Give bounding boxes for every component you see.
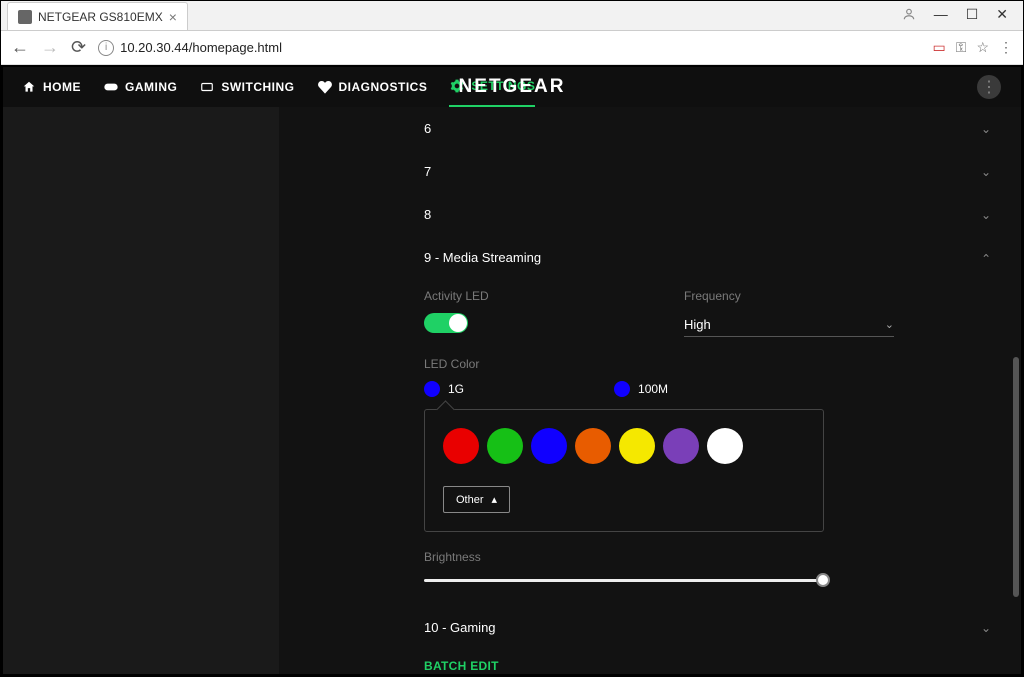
chevron-down-icon: ⌄ xyxy=(981,208,991,222)
color-swatch-purple[interactable] xyxy=(663,428,699,464)
gamepad-icon xyxy=(103,79,119,95)
extension-icon[interactable]: ▭ xyxy=(933,39,946,56)
back-button[interactable]: ← xyxy=(11,37,29,58)
minimize-button[interactable]: — xyxy=(934,6,948,22)
led-color-label: LED Color xyxy=(424,357,991,371)
main-panel: 6 ⌄ 7 ⌄ 8 ⌄ 9 - Media Streaming ⌄ xyxy=(279,107,1021,674)
port-row-8[interactable]: 8 ⌄ xyxy=(424,193,861,236)
key-icon[interactable]: ⚿ xyxy=(956,39,967,56)
nav-home[interactable]: HOME xyxy=(21,67,81,107)
color-dot-100m xyxy=(614,381,630,397)
port-row-9[interactable]: 9 - Media Streaming ⌄ xyxy=(424,236,861,279)
port-label: 8 xyxy=(424,207,431,222)
nav-switching[interactable]: SWITCHING xyxy=(199,67,294,107)
site-info-icon[interactable]: i xyxy=(98,40,114,56)
tab-title: NETGEAR GS810EMX xyxy=(38,10,163,24)
port-label: 7 xyxy=(424,164,431,179)
window-titlebar: — ☐ ✕ xyxy=(894,4,1016,24)
led-1g-label: 1G xyxy=(448,382,464,396)
browser-tabbar: NETGEAR GS810EMX × xyxy=(1,1,1023,31)
color-swatch-white[interactable] xyxy=(707,428,743,464)
more-menu-button[interactable]: ⋮ xyxy=(977,75,1001,99)
led-1g[interactable]: 1G xyxy=(424,381,464,397)
chevron-down-icon: ⌄ xyxy=(885,318,894,331)
url-field[interactable]: i 10.20.30.44/homepage.html xyxy=(98,40,920,56)
brightness-slider[interactable] xyxy=(424,574,824,588)
activity-led-label: Activity LED xyxy=(424,289,624,303)
favicon-icon xyxy=(18,10,32,24)
led-100m[interactable]: 100M xyxy=(614,381,668,397)
port-label: 9 - Media Streaming xyxy=(424,250,541,265)
frequency-value: High xyxy=(684,317,711,332)
scrollbar-thumb[interactable] xyxy=(1013,357,1019,597)
nav-diagnostics-label: DIAGNOSTICS xyxy=(339,80,428,94)
batch-edit-link[interactable]: BATCH EDIT xyxy=(424,649,1011,674)
sidebar xyxy=(3,107,279,674)
port-label: 10 - Gaming xyxy=(424,620,496,635)
nav-home-label: HOME xyxy=(43,80,81,94)
other-color-button[interactable]: Other ▴ xyxy=(443,486,510,513)
port-settings-panel: Activity LED Frequency High ⌄ LED Color xyxy=(424,279,991,588)
nav-diagnostics[interactable]: DIAGNOSTICS xyxy=(317,67,428,107)
port-row-10[interactable]: 10 - Gaming ⌄ xyxy=(424,606,861,649)
color-swatch-blue[interactable] xyxy=(531,428,567,464)
brightness-label: Brightness xyxy=(424,550,824,564)
nav-gaming[interactable]: GAMING xyxy=(103,67,177,107)
top-nav: HOME GAMING SWITCHING DIAGNOSTICS SETTIN… xyxy=(3,67,1021,107)
home-icon xyxy=(21,79,37,95)
bookmark-star-icon[interactable]: ☆ xyxy=(976,39,989,56)
user-icon[interactable] xyxy=(902,7,916,21)
nav-gaming-label: GAMING xyxy=(125,80,177,94)
maximize-button[interactable]: ☐ xyxy=(966,6,979,23)
color-swatch-red[interactable] xyxy=(443,428,479,464)
slider-thumb[interactable] xyxy=(816,573,830,587)
browser-menu-icon[interactable]: ⋮ xyxy=(999,39,1013,56)
activity-led-toggle[interactable] xyxy=(424,313,468,333)
close-button[interactable]: ✕ xyxy=(996,6,1008,23)
frequency-label: Frequency xyxy=(684,289,894,303)
brand-logo: NETGEAR xyxy=(459,76,566,98)
chevron-down-icon: ⌄ xyxy=(981,122,991,136)
url-text: 10.20.30.44/homepage.html xyxy=(120,40,282,55)
color-swatch-orange[interactable] xyxy=(575,428,611,464)
caret-up-icon: ▴ xyxy=(492,493,498,506)
port-label: 6 xyxy=(424,121,431,136)
color-swatch-yellow[interactable] xyxy=(619,428,655,464)
browser-tab[interactable]: NETGEAR GS810EMX × xyxy=(7,2,188,30)
port-row-7[interactable]: 7 ⌄ xyxy=(424,150,861,193)
address-bar: ← → ⟳ i 10.20.30.44/homepage.html ▭ ⚿ ☆ … xyxy=(1,31,1023,65)
chevron-up-icon: ⌄ xyxy=(981,251,991,265)
reload-button[interactable]: ⟳ xyxy=(71,37,86,58)
chevron-down-icon: ⌄ xyxy=(981,621,991,635)
tab-close-icon[interactable]: × xyxy=(169,9,177,25)
nav-switching-label: SWITCHING xyxy=(221,80,294,94)
forward-button[interactable]: → xyxy=(41,37,59,58)
slider-track xyxy=(424,579,824,582)
led-100m-label: 100M xyxy=(638,382,668,396)
port-row-6[interactable]: 6 ⌄ xyxy=(424,107,861,150)
heartbeat-icon xyxy=(317,79,333,95)
color-dot-1g xyxy=(424,381,440,397)
chevron-down-icon: ⌄ xyxy=(981,165,991,179)
frequency-select[interactable]: High ⌄ xyxy=(684,313,894,337)
switch-icon xyxy=(199,79,215,95)
other-label: Other xyxy=(456,494,484,506)
color-swatch-green[interactable] xyxy=(487,428,523,464)
color-picker: Other ▴ xyxy=(424,409,824,532)
